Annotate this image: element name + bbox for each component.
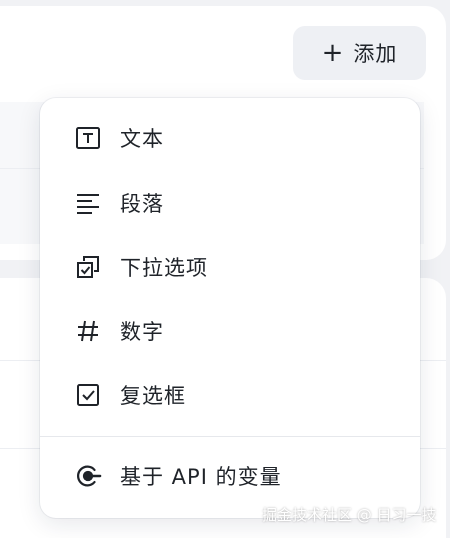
api-icon bbox=[74, 462, 102, 490]
plus-icon: + bbox=[321, 38, 344, 68]
text-icon bbox=[74, 124, 102, 152]
add-button-label: 添加 bbox=[353, 42, 398, 66]
dropdown-icon bbox=[74, 253, 102, 281]
menu-item-dropdown[interactable]: 下拉选项 bbox=[40, 239, 420, 295]
menu-item-paragraph[interactable]: 段落 bbox=[40, 175, 420, 231]
hash-icon bbox=[74, 317, 102, 345]
watermark: 掘金技术社区 @ 日习一技 bbox=[262, 506, 437, 524]
menu-item-label: 段落 bbox=[120, 192, 164, 216]
menu-item-number[interactable]: 数字 bbox=[40, 303, 420, 359]
menu-item-label: 数字 bbox=[120, 320, 164, 344]
menu-item-label: 基于 API 的变量 bbox=[120, 465, 282, 489]
menu-item-label: 下拉选项 bbox=[120, 256, 208, 280]
add-field-menu: 文本 段落 下拉选项 数字 复选框 基于 API 的变量 bbox=[40, 98, 420, 518]
menu-divider bbox=[40, 436, 420, 437]
add-button[interactable]: + 添加 bbox=[293, 26, 426, 80]
checkbox-icon bbox=[74, 381, 102, 409]
menu-item-checkbox[interactable]: 复选框 bbox=[40, 367, 420, 423]
menu-item-label: 复选框 bbox=[120, 384, 186, 408]
paragraph-icon bbox=[74, 189, 102, 217]
menu-item-text[interactable]: 文本 bbox=[40, 110, 420, 166]
menu-item-label: 文本 bbox=[120, 127, 164, 151]
menu-item-api-variable[interactable]: 基于 API 的变量 bbox=[40, 448, 420, 504]
